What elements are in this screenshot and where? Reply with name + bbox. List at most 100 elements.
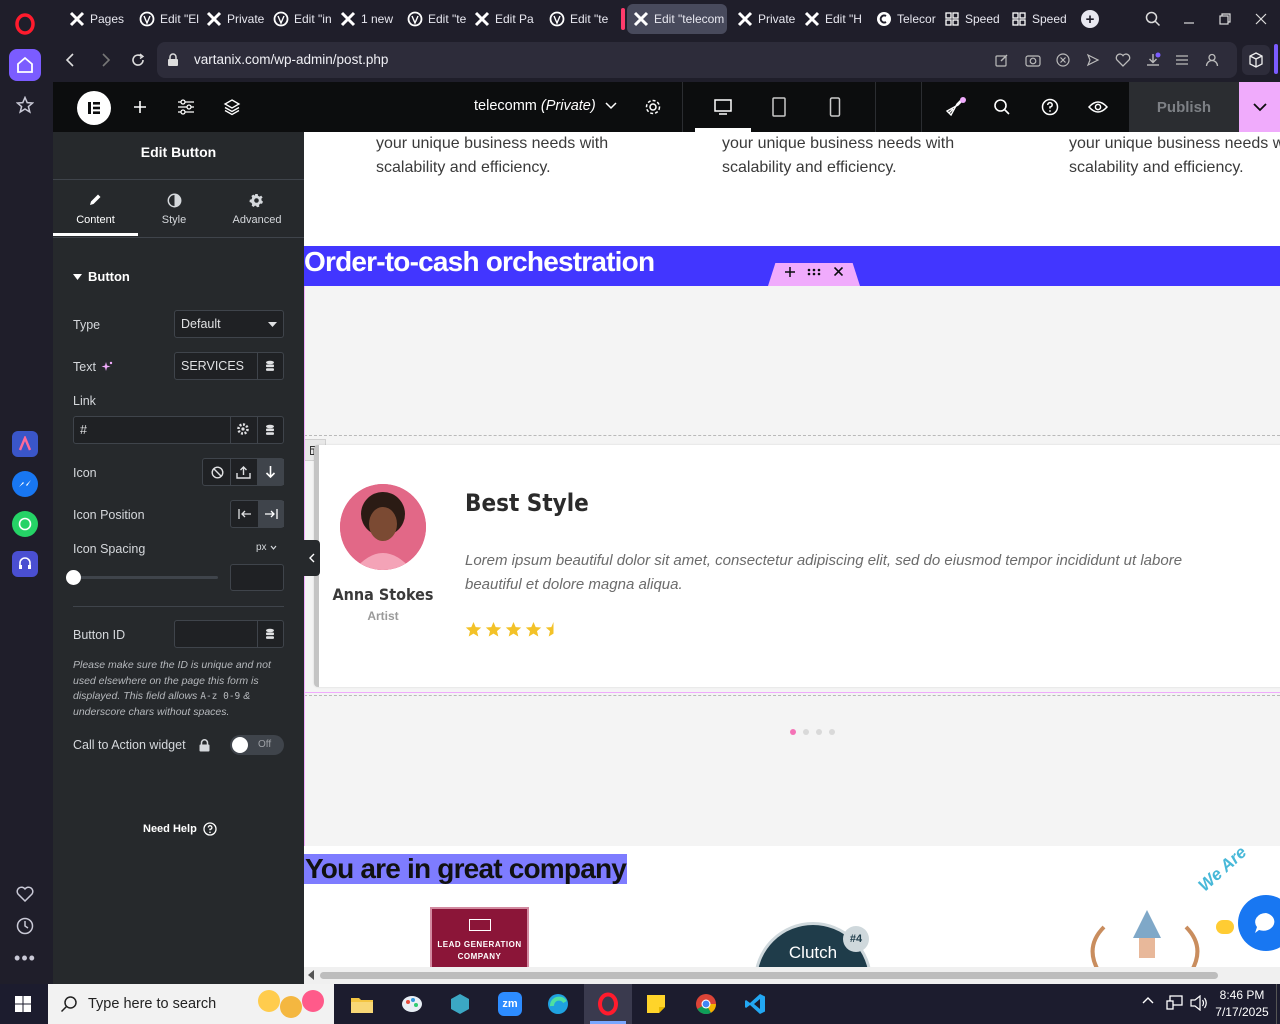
easy-setup-icon[interactable]	[1175, 53, 1189, 67]
tab[interactable]: Pages	[63, 4, 131, 34]
mobile-view-icon[interactable]	[824, 96, 846, 118]
more-icon[interactable]: •••	[9, 942, 41, 974]
notifications-rocket-icon[interactable]	[944, 96, 966, 118]
banner-heading[interactable]: Order-to-cash orchestration	[304, 246, 655, 278]
tab[interactable]: Edit "H	[798, 4, 864, 34]
zoom-icon[interactable]: zm	[494, 988, 526, 1020]
windows-start-icon[interactable]	[7, 988, 39, 1020]
align-start-icon[interactable]	[238, 508, 252, 520]
block-ads-icon[interactable]	[1056, 53, 1070, 67]
icon-spacing-slider[interactable]	[73, 576, 218, 579]
no-icon-ban-icon[interactable]	[211, 466, 224, 479]
icon-library-button[interactable]	[257, 459, 284, 485]
tab[interactable]: Edit Pa	[468, 4, 540, 34]
back-icon[interactable]	[61, 51, 79, 69]
opera-icon[interactable]	[592, 988, 624, 1020]
ai-sparkle-icon[interactable]	[101, 361, 113, 373]
tab[interactable]: Telecor	[870, 4, 936, 34]
profile-icon[interactable]	[1205, 53, 1219, 67]
add-element-icon[interactable]	[129, 96, 151, 118]
url-text[interactable]: vartanix.com/wp-admin/post.php	[194, 52, 388, 67]
snapshot-edit-icon[interactable]	[995, 53, 1009, 67]
unit-select[interactable]: px	[256, 542, 277, 553]
delete-section-icon[interactable]	[834, 267, 843, 276]
edge-icon[interactable]	[542, 988, 574, 1020]
show-desktop-button[interactable]	[1276, 984, 1277, 1024]
section-button-toggle[interactable]: Button	[73, 269, 130, 284]
home-icon[interactable]	[9, 49, 41, 81]
tab[interactable]: Edit "El	[133, 4, 199, 34]
tab[interactable]: Edit "te	[543, 4, 613, 34]
camera-icon[interactable]	[1025, 53, 1041, 67]
page-settings-gear-icon[interactable]	[642, 96, 664, 118]
pagination-dot[interactable]	[816, 729, 822, 735]
new-tab-plus-icon[interactable]: +	[1081, 10, 1099, 28]
button-id-input[interactable]	[174, 620, 284, 648]
structure-layers-icon[interactable]	[221, 96, 243, 118]
publish-options-button[interactable]	[1239, 82, 1280, 132]
cta-toggle[interactable]: Off	[230, 735, 284, 755]
icon-spacing-input[interactable]	[230, 564, 284, 591]
horizontal-scrollbar[interactable]	[304, 967, 1280, 984]
taskbar-search-box[interactable]: Type here to search	[48, 984, 334, 1024]
help-icon[interactable]	[1039, 96, 1061, 118]
scrollbar-thumb[interactable]	[320, 972, 1218, 979]
opera-logo-icon[interactable]	[9, 8, 41, 40]
text-input[interactable]: SERVICES	[174, 352, 284, 380]
chevron-down-icon[interactable]	[605, 102, 617, 110]
chrome-icon[interactable]	[690, 988, 722, 1020]
extensions-cube-icon[interactable]	[1242, 45, 1270, 75]
banner-section[interactable]: Order-to-cash orchestration	[304, 246, 1280, 286]
dynamic-tags-icon[interactable]	[265, 424, 275, 436]
star-icon[interactable]	[9, 89, 41, 121]
search-tabs-icon[interactable]	[1142, 8, 1164, 30]
drag-handle-icon[interactable]	[807, 268, 821, 276]
send-icon[interactable]	[1086, 53, 1100, 67]
tab[interactable]: Private	[731, 4, 797, 34]
messenger-icon[interactable]	[9, 468, 41, 500]
scroll-left-icon[interactable]	[308, 970, 315, 980]
volume-icon[interactable]	[1190, 995, 1208, 1011]
tab-active[interactable]: Edit "telecom	[627, 4, 727, 34]
site-settings-sliders-icon[interactable]	[175, 96, 197, 118]
tablet-view-icon[interactable]	[768, 96, 790, 118]
chat-widget-button[interactable]	[1238, 895, 1280, 951]
pagination-dot-active[interactable]	[790, 729, 796, 735]
tab-content[interactable]: Content	[53, 180, 138, 237]
reload-icon[interactable]	[129, 51, 147, 69]
heart-icon[interactable]	[9, 878, 41, 910]
tab-style[interactable]: Style	[138, 180, 210, 237]
tab-advanced[interactable]: Advanced	[210, 180, 304, 237]
restore-icon[interactable]	[1214, 8, 1236, 30]
search-icon[interactable]	[991, 96, 1013, 118]
desktop-view-icon[interactable]	[712, 96, 734, 118]
dynamic-tags-icon[interactable]	[265, 360, 275, 372]
link-options-gear-icon[interactable]	[237, 423, 249, 435]
preview-eye-icon[interactable]	[1087, 96, 1109, 118]
link-input[interactable]: #	[73, 416, 284, 444]
vscode-icon[interactable]	[739, 988, 771, 1020]
paint-app-icon[interactable]	[396, 988, 428, 1020]
collapse-panel-button[interactable]	[304, 540, 320, 576]
forward-icon[interactable]	[97, 51, 115, 69]
elementor-logo-icon[interactable]	[77, 91, 111, 125]
icon-position-end-selected[interactable]	[258, 501, 284, 527]
app-gem-icon[interactable]	[444, 988, 476, 1020]
tab[interactable]: Private	[200, 4, 266, 34]
page-title[interactable]: telecomm (Private)	[474, 98, 596, 114]
upload-svg-icon[interactable]	[236, 465, 251, 479]
network-icon[interactable]	[1166, 995, 1184, 1011]
add-section-plus-icon[interactable]	[785, 267, 795, 277]
minimize-icon[interactable]	[1178, 8, 1200, 30]
tab[interactable]: 1 new	[334, 4, 400, 34]
url-bar[interactable]: vartanix.com/wp-admin/post.php	[157, 42, 1237, 78]
downloads-icon[interactable]	[1145, 52, 1161, 68]
file-explorer-icon[interactable]	[346, 988, 378, 1020]
bookmark-heart-icon[interactable]	[1115, 53, 1131, 67]
tab[interactable]: Speed	[938, 4, 1004, 34]
company-heading[interactable]: You are in great company	[304, 854, 628, 884]
clock[interactable]: 8:46 PM 7/17/2025	[1212, 987, 1272, 1021]
sticky-notes-icon[interactable]	[640, 988, 672, 1020]
history-icon[interactable]	[9, 910, 41, 942]
show-hidden-icons-chevron-icon[interactable]	[1142, 996, 1154, 1004]
